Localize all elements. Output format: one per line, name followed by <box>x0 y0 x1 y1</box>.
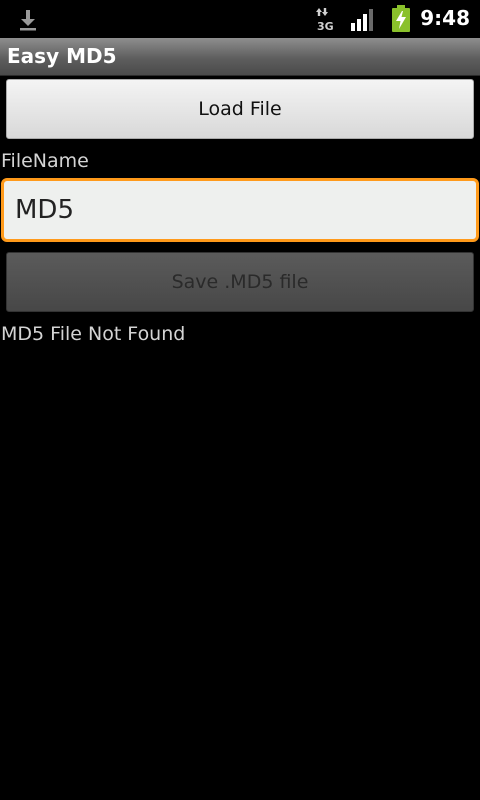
save-md5-button[interactable]: Save .MD5 file <box>6 252 474 312</box>
network-3g-icon: 3G <box>316 8 334 32</box>
load-file-button[interactable]: Load File <box>6 79 474 139</box>
download-icon <box>20 10 36 31</box>
filename-input[interactable] <box>15 190 455 230</box>
md5-status-message: MD5 File Not Found <box>1 323 186 345</box>
status-bar: 3G 9:48 <box>0 0 480 38</box>
app-title-bar: Easy MD5 <box>0 38 480 76</box>
network-type-label: 3G <box>317 20 334 32</box>
app-title: Easy MD5 <box>7 44 117 68</box>
filename-field[interactable] <box>1 178 479 242</box>
battery-charging-icon <box>392 5 410 32</box>
status-time: 9:48 <box>420 6 470 30</box>
signal-icon <box>351 9 373 31</box>
filename-label: FileName <box>1 150 89 172</box>
